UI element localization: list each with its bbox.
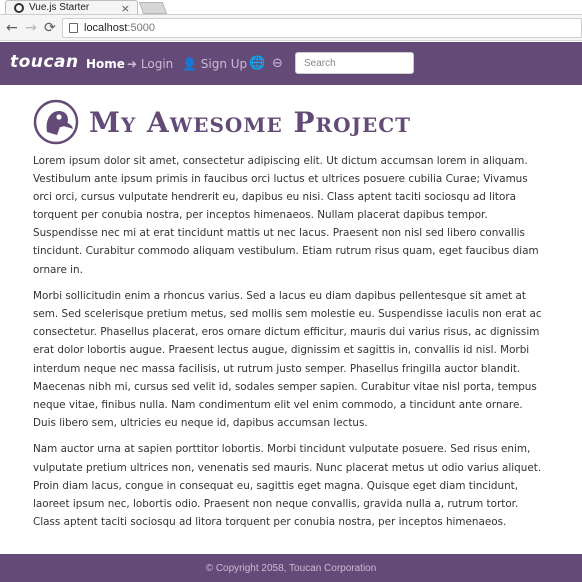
- new-tab-button[interactable]: [138, 2, 168, 14]
- browser-toolbar: ← → ⟳ localhost:5000: [0, 14, 582, 41]
- nav-login-link[interactable]: ➜ Login: [127, 57, 173, 71]
- url-host: localhost: [84, 22, 128, 34]
- nav-home-link[interactable]: Home: [86, 57, 125, 71]
- address-bar[interactable]: localhost:5000: [62, 18, 582, 38]
- vue-favicon-icon: [14, 2, 24, 13]
- page-title: My Awesome Project: [89, 105, 412, 139]
- search-minus-icon[interactable]: ⊖: [272, 56, 283, 71]
- sign-in-icon: ➜: [127, 57, 138, 71]
- nav-signup-link[interactable]: 👤 Sign Up: [182, 57, 247, 71]
- nav-login-label: Login: [140, 57, 174, 71]
- tab-title: Vue.js Starter: [29, 2, 90, 13]
- browser-tabstrip: Vue.js Starter ×: [0, 0, 582, 15]
- body-paragraph: Morbi sollicitudin enim a rhoncus varius…: [33, 290, 542, 429]
- forward-arrow-icon[interactable]: →: [25, 20, 37, 36]
- reload-icon[interactable]: ⟳: [44, 20, 56, 36]
- search-input[interactable]: [295, 52, 414, 74]
- brand-logo-text[interactable]: toucan: [10, 52, 79, 72]
- page-header: My Awesome Project: [33, 98, 547, 146]
- body-paragraph: Nam auctor urna at sapien porttitor lobo…: [33, 443, 542, 528]
- back-arrow-icon[interactable]: ←: [6, 20, 18, 36]
- body-paragraph: Lorem ipsum dolor sit amet, consectetur …: [33, 155, 539, 276]
- url-port: :5000: [127, 22, 155, 34]
- main-content: My Awesome Project Lorem ipsum dolor sit…: [33, 98, 547, 539]
- nav-signup-label: Sign Up: [200, 57, 248, 71]
- browser-tab[interactable]: Vue.js Starter ×: [5, 0, 138, 15]
- url-text: localhost:5000: [84, 22, 155, 34]
- globe-icon[interactable]: 🌐: [249, 56, 265, 71]
- navbar: toucan Home ➜ Login 👤 Sign Up 🌐 ⊖: [0, 42, 582, 85]
- copyright-text: © Copyright 2058, Toucan Corporation: [205, 562, 377, 574]
- user-plus-icon: 👤: [182, 57, 197, 71]
- page-icon: [69, 23, 78, 33]
- footer: © Copyright 2058, Toucan Corporation: [0, 554, 582, 582]
- toucan-logo-icon: [33, 99, 79, 145]
